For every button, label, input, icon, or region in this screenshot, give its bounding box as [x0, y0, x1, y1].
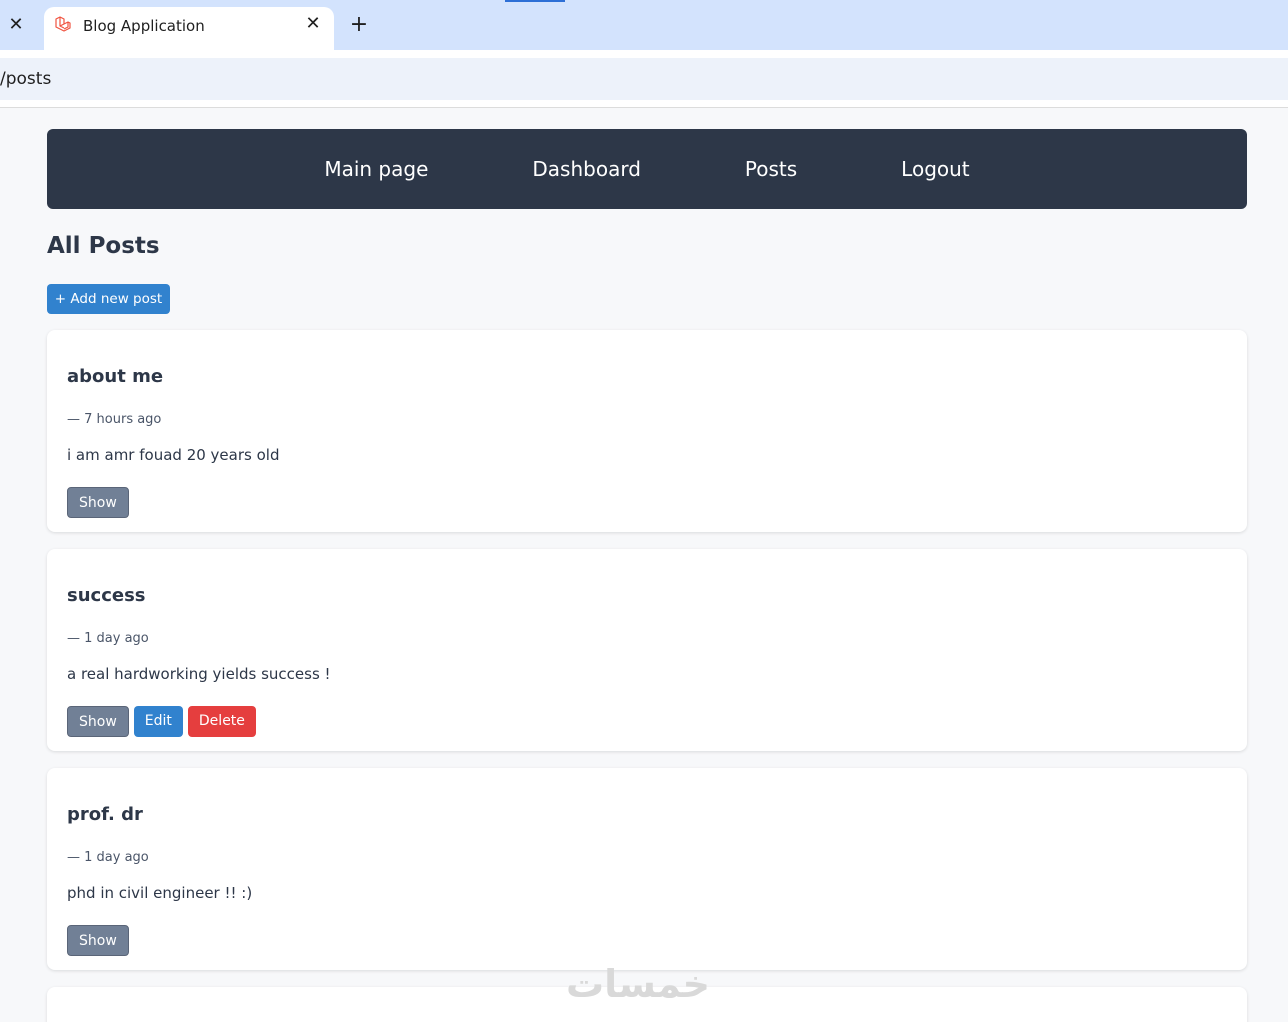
- post-card: success — 1 day ago a real hardworking y…: [47, 549, 1247, 751]
- edit-button[interactable]: Edit: [133, 706, 183, 737]
- post-title: success: [67, 585, 146, 606]
- post-timestamp: — 7 hours ago: [67, 412, 162, 427]
- page-title: All Posts: [47, 233, 160, 259]
- post-body: a real hardworking yields success !: [67, 665, 331, 683]
- post-timestamp: — 1 day ago: [67, 850, 149, 865]
- laravel-logo-icon: [55, 16, 71, 32]
- show-button[interactable]: Show: [67, 925, 129, 956]
- post-title: prof. dr: [67, 804, 143, 825]
- close-tab-icon[interactable]: ✕: [303, 13, 323, 35]
- post-body: phd in civil engineer !! :): [67, 884, 253, 902]
- post-list: about me — 7 hours ago i am amr fouad 20…: [47, 330, 1247, 1022]
- show-button[interactable]: Show: [67, 706, 129, 737]
- new-tab-button[interactable]: +: [348, 13, 370, 37]
- post-card: prof. dr — 1 day ago phd in civil engine…: [47, 768, 1247, 970]
- close-tab-icon[interactable]: ✕: [6, 15, 26, 35]
- browser-tabstrip: ✕ Blog Application ✕ +: [0, 0, 1288, 50]
- nav-dashboard[interactable]: Dashboard: [532, 157, 641, 181]
- post-actions: Show Edit Delete: [67, 706, 256, 737]
- post-actions: Show: [67, 925, 129, 956]
- post-title: about me: [67, 366, 164, 387]
- post-actions: Show: [67, 487, 129, 518]
- post-timestamp: — 1 day ago: [67, 631, 149, 646]
- tab-title: Blog Application: [83, 17, 205, 35]
- browser-tab-active[interactable]: Blog Application ✕: [44, 7, 334, 50]
- nav-posts[interactable]: Posts: [745, 157, 797, 181]
- show-button[interactable]: Show: [67, 487, 129, 518]
- url-field[interactable]: /posts: [0, 58, 1288, 100]
- post-card: about me — 7 hours ago i am amr fouad 20…: [47, 330, 1247, 532]
- post-body: i am amr fouad 20 years old: [67, 446, 280, 464]
- nav-logout[interactable]: Logout: [901, 157, 969, 181]
- main-navbar: Main page Dashboard Posts Logout: [47, 129, 1247, 209]
- loading-indicator: [505, 0, 565, 2]
- url-text: /posts: [0, 69, 52, 89]
- address-bar: /posts: [0, 50, 1288, 108]
- add-new-post-button[interactable]: + Add new post: [47, 284, 170, 314]
- nav-main-page[interactable]: Main page: [324, 157, 428, 181]
- delete-button[interactable]: Delete: [187, 706, 256, 737]
- watermark-logo: خمسات: [566, 962, 710, 1006]
